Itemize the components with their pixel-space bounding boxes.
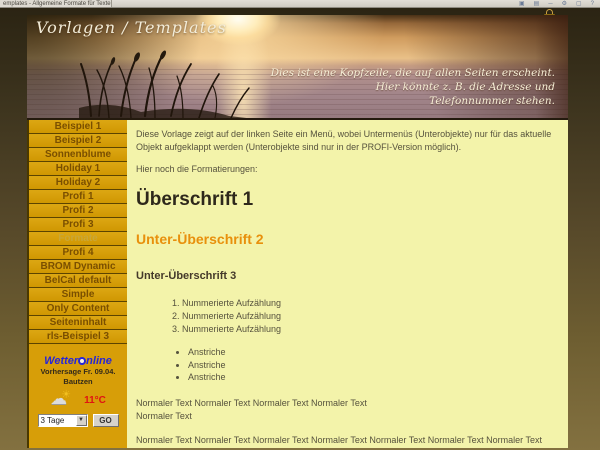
sun-o-icon xyxy=(78,357,86,365)
minimize-icon[interactable]: ─ xyxy=(548,0,552,8)
sidebar-item-profi-1[interactable]: Profi 1 xyxy=(29,190,127,204)
logo-suffix: nline xyxy=(86,355,112,367)
browser-title-bar: emplates - Allgemeine Formate für Texte … xyxy=(0,0,600,8)
sidebar-menu: Beispiel 1 Beispiel 2 Sonnenblume Holida… xyxy=(27,120,127,448)
normal-text-line1: Normaler Text Normaler Text Normaler Tex… xyxy=(136,398,367,408)
forecast-city: Bautzen xyxy=(29,377,127,387)
sidebar-item-rls-beispiel-3[interactable]: rls-Beispiel 3 xyxy=(29,330,127,344)
settings-icon[interactable]: ⚙ xyxy=(562,0,567,8)
normal-text-line2: Normaler Text xyxy=(136,411,192,421)
heading-2: Unter-Überschrift 2 xyxy=(136,230,556,250)
browser-toolbar-icons: ▣ ▤ ─ ⚙ ▢ ? xyxy=(519,0,600,8)
body-row: Beispiel 1 Beispiel 2 Sonnenblume Holida… xyxy=(27,120,568,448)
sidebar-item-seiteninhalt[interactable]: Seiteninhalt xyxy=(29,316,127,330)
sidebar-item-holiday-2[interactable]: Holiday 2 xyxy=(29,176,127,190)
intro-paragraph: Diese Vorlage zeigt auf der linken Seite… xyxy=(136,128,556,153)
go-button[interactable]: GO xyxy=(93,414,119,427)
sidebar-item-belcal-default[interactable]: BelCal default xyxy=(29,274,127,288)
weather-controls: 3 Tage ▼ GO xyxy=(29,414,127,427)
sidebar-item-beispiel-2[interactable]: Beispiel 2 xyxy=(29,134,127,148)
tagline-line-1: Dies ist eine Kopfzeile, die auf allen S… xyxy=(271,66,555,80)
weather-widget: Wetter nline Vorhersage Fr. 09.04. Bautze… xyxy=(29,355,127,427)
page-title: Vorlagen / Templates xyxy=(36,18,227,37)
heading-3: Unter-Überschrift 3 xyxy=(136,269,556,284)
header-image: Vorlagen / Templates Dies ist eine Kopfz… xyxy=(27,15,568,120)
numbered-list: Nummerierte Aufzählung Nummerierte Aufzä… xyxy=(136,297,556,335)
screen: emplates - Allgemeine Formate für Texte … xyxy=(0,0,600,450)
formats-line: Hier noch die Formatierungen: xyxy=(136,163,556,176)
normal-text-block: Normaler Text Normaler Text Normaler Tex… xyxy=(136,397,556,422)
sidebar-item-profi-4[interactable]: Profi 4 xyxy=(29,246,127,260)
normal-text-paragraph: Normaler Text Normaler Text Normaler Tex… xyxy=(136,434,556,448)
header-tagline: Dies ist eine Kopfzeile, die auf allen S… xyxy=(271,66,555,108)
bullet-list-item: Anstriche xyxy=(188,346,556,359)
help-icon[interactable]: ? xyxy=(591,0,594,8)
sidebar-item-brom-dynamic[interactable]: BROM Dynamic xyxy=(29,260,127,274)
sidebar-item-profi-2[interactable]: Profi 2 xyxy=(29,204,127,218)
cloud-sun-icon: ☀ ☁ xyxy=(50,392,76,408)
sidebar-item-sonnenblume[interactable]: Sonnenblume xyxy=(29,148,127,162)
bookmark-icon[interactable]: ▣ xyxy=(519,0,525,8)
temperature-value: 11°C xyxy=(84,395,106,406)
heading-1: Überschrift 1 xyxy=(136,187,556,214)
numbered-list-item: Nummerierte Aufzählung xyxy=(182,297,556,310)
selected-range: 3 Tage xyxy=(39,415,76,426)
numbered-list-item: Nummerierte Aufzählung xyxy=(182,323,556,336)
forecast-range-select[interactable]: 3 Tage ▼ xyxy=(38,414,88,427)
wetteronline-logo[interactable]: Wetter nline xyxy=(29,355,127,367)
browser-tab[interactable]: emplates - Allgemeine Formate für Texte … xyxy=(0,0,112,8)
site-container: Vorlagen / Templates Dies ist eine Kopfz… xyxy=(27,15,568,450)
cloud-icon: ☁ xyxy=(50,389,67,409)
bullet-list-item: Anstriche xyxy=(188,371,556,384)
forecast-row: ☀ ☁ 11°C xyxy=(29,390,127,410)
bullet-list: Anstriche Anstriche Anstriche xyxy=(136,346,556,384)
chevron-down-icon[interactable]: ▼ xyxy=(76,415,87,426)
folder-icon[interactable]: ▤ xyxy=(534,0,540,8)
beach-grass-silhouette xyxy=(79,46,264,120)
page-background: Vorlagen / Templates Dies ist eine Kopfz… xyxy=(0,8,600,450)
sidebar-item-profi-3[interactable]: Profi 3 xyxy=(29,218,127,232)
tagline-line-3: Telefonnummer stehen. xyxy=(271,94,555,108)
tagline-line-2: Hier könnte z. B. die Adresse und xyxy=(271,80,555,94)
sidebar-item-holiday-1[interactable]: Holiday 1 xyxy=(29,162,127,176)
bullet-list-item: Anstriche xyxy=(188,359,556,372)
forecast-date: Vorhersage Fr. 09.04. xyxy=(29,367,127,377)
sidebar-item-formate-active[interactable]: Formate xyxy=(29,232,127,246)
sidebar-item-simple[interactable]: Simple xyxy=(29,288,127,302)
window-icon[interactable]: ▢ xyxy=(576,0,582,8)
main-content: Diese Vorlage zeigt auf der linken Seite… xyxy=(127,120,568,448)
sidebar-item-beispiel-1[interactable]: Beispiel 1 xyxy=(29,120,127,134)
logo-prefix: Wetter xyxy=(44,355,78,367)
numbered-list-item: Nummerierte Aufzählung xyxy=(182,310,556,323)
sidebar-item-only-content[interactable]: Only Content xyxy=(29,302,127,316)
